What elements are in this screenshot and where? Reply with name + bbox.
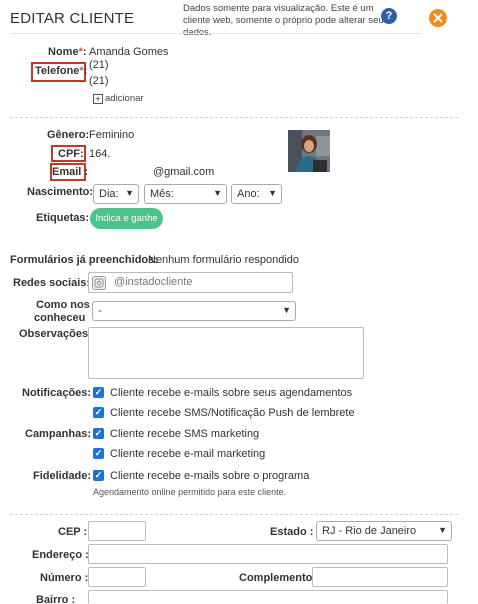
cep-label: CEP : <box>58 526 88 538</box>
close-circle-icon[interactable] <box>429 9 447 27</box>
birth-day-value: Dia: <box>99 188 119 200</box>
complement-label: Complemento: <box>239 572 316 584</box>
name-value: Amanda Gomes <box>89 46 169 58</box>
notifications-label: Notificações: <box>22 387 92 399</box>
campaigns-option-2: Cliente recebe e-mail marketing <box>110 448 266 460</box>
birth-day-select[interactable]: Dia: ▼ <box>93 184 139 204</box>
birth-month-value: Mês: <box>150 188 174 200</box>
source-select[interactable]: - ▼ <box>92 301 296 321</box>
campaigns-checkbox-1[interactable]: ✓ <box>93 428 104 439</box>
district-label: Bairro : <box>36 594 76 604</box>
gender-label: Gênero: <box>47 129 90 141</box>
phone-value-1: (21) <box>89 59 109 71</box>
complement-input[interactable] <box>312 567 448 587</box>
loyalty-label: Fidelidade: <box>33 470 92 482</box>
question-circle-icon[interactable]: ? <box>381 8 397 24</box>
avatar <box>288 130 330 172</box>
notifications-checkbox-1[interactable]: ✓ <box>93 387 104 398</box>
page-title: EDITAR CLIENTE <box>10 10 135 27</box>
campaigns-checkbox-2[interactable]: ✓ <box>93 448 104 459</box>
social-input[interactable]: @instadocliente <box>88 272 293 293</box>
email-label: Email : <box>52 166 89 178</box>
source-label-line2: conheceu <box>34 312 86 324</box>
online-booking-note: Agendamento online permitido para este c… <box>93 487 287 497</box>
section-divider <box>10 514 458 515</box>
state-value: RJ - Rio de Janeiro <box>322 525 417 537</box>
plus-box-icon: + <box>93 94 103 104</box>
birth-month-select[interactable]: Mês: ▼ <box>144 184 227 204</box>
gender-value: Feminino <box>89 129 135 141</box>
source-label-line1: Como nos <box>36 299 90 311</box>
chevron-down-icon: ▼ <box>438 525 447 535</box>
forms-value: Nenhum formulário respondido <box>148 254 300 266</box>
campaigns-label: Campanhas: <box>25 428 92 440</box>
loyalty-checkbox-1[interactable]: ✓ <box>93 470 104 481</box>
name-label: Nome*: <box>48 46 87 58</box>
street-label: Endereço : <box>32 549 89 561</box>
section-divider <box>10 117 458 118</box>
chevron-down-icon: ▼ <box>213 188 222 198</box>
header-divider <box>10 33 422 34</box>
add-phone-label: adicionar <box>105 93 144 104</box>
street-input[interactable] <box>88 544 448 564</box>
state-select[interactable]: RJ - Rio de Janeiro ▼ <box>316 521 452 541</box>
birth-year-select[interactable]: Ano: ▼ <box>231 184 282 204</box>
district-input[interactable] <box>88 590 448 604</box>
instagram-icon <box>92 276 106 290</box>
number-label: Número : <box>40 572 89 584</box>
notes-textarea[interactable] <box>88 327 364 379</box>
social-label: Redes sociais: <box>13 277 91 289</box>
phone-label: Telefone*: <box>35 65 88 77</box>
notes-label: Observações: <box>19 328 92 340</box>
state-label: Estado : <box>270 526 314 538</box>
social-placeholder: @instadocliente <box>114 276 193 288</box>
phone-value-2: (21) <box>89 75 109 87</box>
chevron-down-icon: ▼ <box>268 188 277 198</box>
email-value: @gmail.com <box>153 166 215 178</box>
campaigns-option-1: Cliente recebe SMS marketing <box>110 428 260 440</box>
notifications-option-1: Cliente recebe e-mails sobre seus agenda… <box>110 387 353 399</box>
source-value: - <box>98 305 102 317</box>
number-input[interactable] <box>88 567 146 587</box>
birth-label: Nascimento: <box>27 186 94 198</box>
chevron-down-icon: ▼ <box>125 188 134 198</box>
notifications-option-2: Cliente recebe SMS/Notificação Push de l… <box>110 407 355 419</box>
tags-label: Etiquetas: <box>36 212 90 224</box>
cpf-label: CPF: <box>58 148 84 160</box>
tag-badge[interactable]: Indica e ganhe <box>90 208 163 229</box>
chevron-down-icon: ▼ <box>282 305 291 315</box>
forms-label: Formulários já preenchidos: <box>10 254 158 266</box>
notifications-checkbox-2[interactable]: ✓ <box>93 407 104 418</box>
cep-input[interactable] <box>88 521 146 541</box>
birth-year-value: Ano: <box>237 188 260 200</box>
loyalty-option-1: Cliente recebe e-mails sobre o programa <box>110 470 310 482</box>
cpf-value: 164. <box>89 148 111 160</box>
